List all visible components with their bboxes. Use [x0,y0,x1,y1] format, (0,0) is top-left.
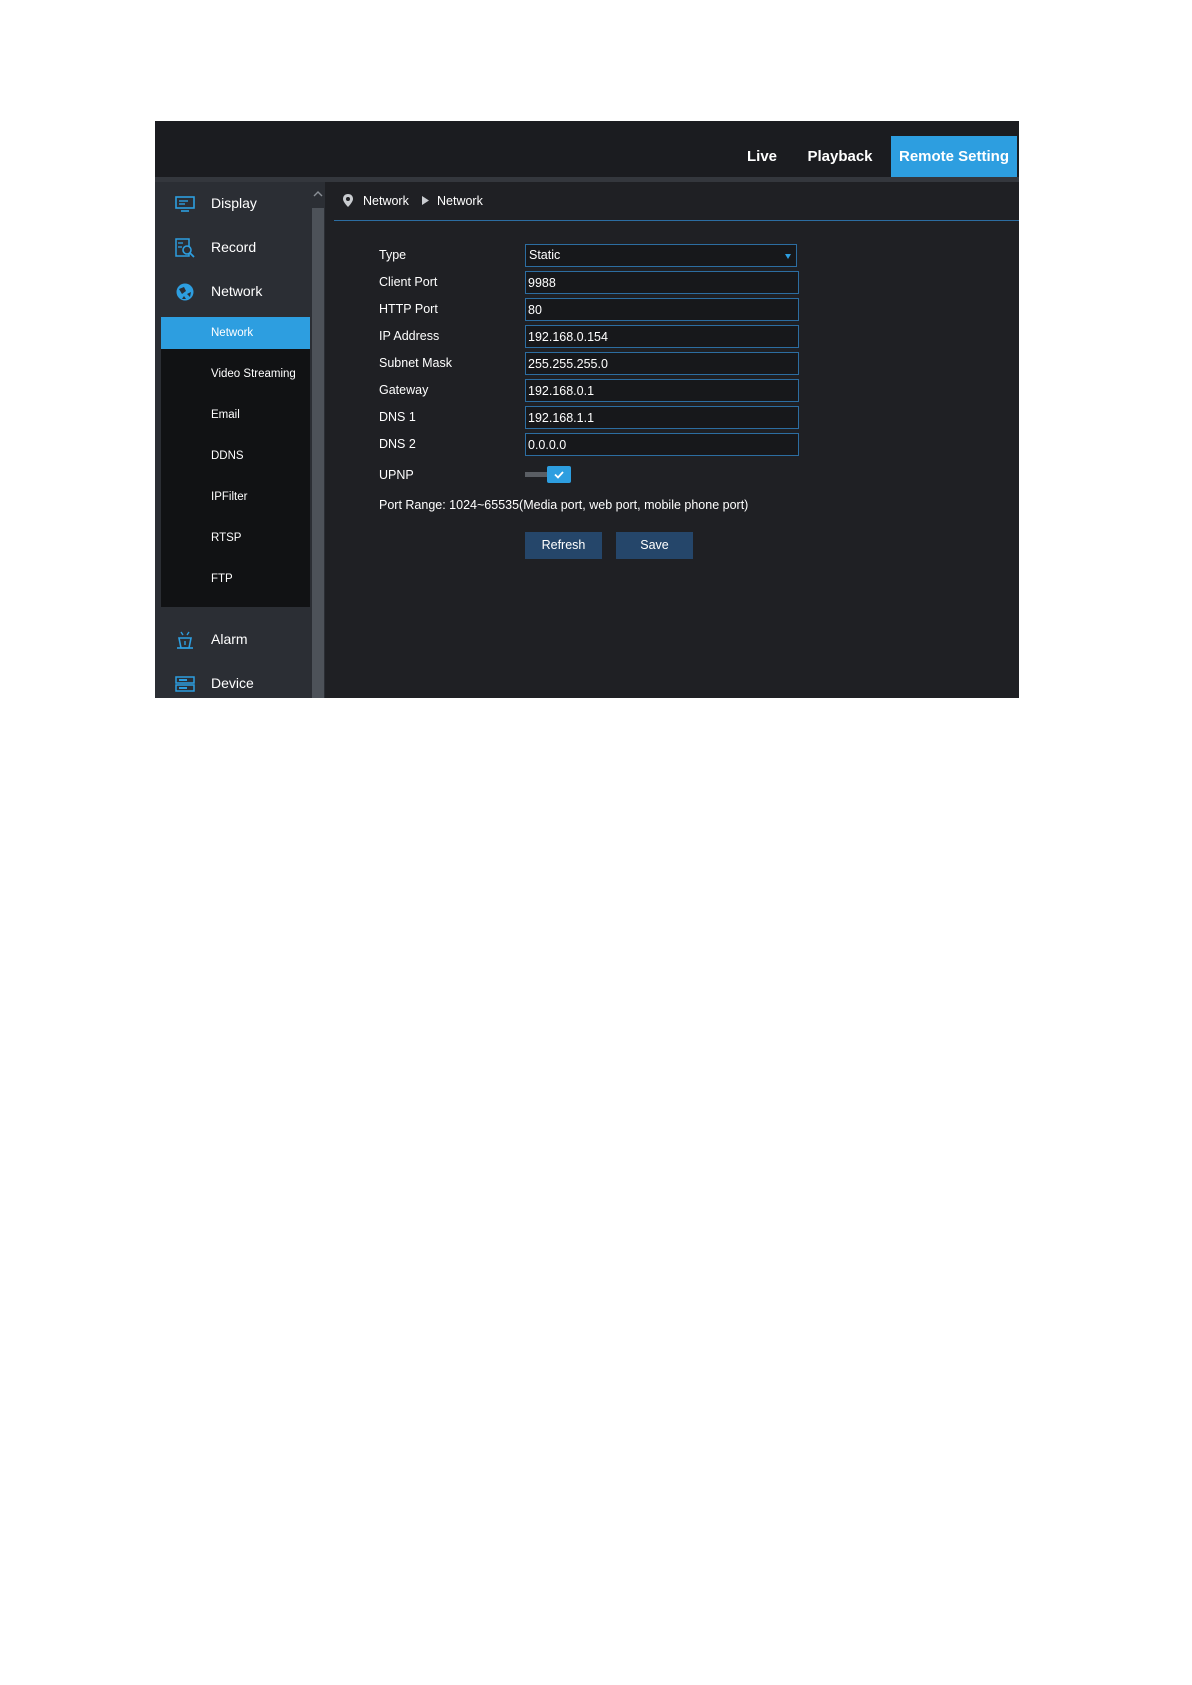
dns2-input[interactable] [525,433,799,456]
client-port-input[interactable] [525,271,799,294]
refresh-button[interactable]: Refresh [525,532,602,559]
http-port-input[interactable] [525,298,799,321]
tab-remote-setting[interactable]: Remote Setting [891,136,1017,177]
breadcrumb-level-2: Network [437,194,483,208]
gateway-label: Gateway [379,383,429,397]
breadcrumb: Network Network [334,182,1019,221]
scrollbar-thumb[interactable] [312,208,324,698]
dns1-input[interactable] [525,406,799,429]
alarm-icon [177,631,193,649]
monitor-icon [175,196,195,212]
sidebar-scrollbar[interactable] [310,182,325,698]
checkmark-icon [554,471,564,479]
subnet-mask-input[interactable] [525,352,799,375]
submenu-item-network[interactable]: Network [161,317,310,349]
upnp-toggle[interactable] [525,466,571,484]
tab-live[interactable]: Live [737,136,787,177]
main-content: Network Network Type Static Client Port … [334,182,1019,698]
sidebar-item-label: Device [211,675,254,691]
port-range-note: Port Range: 1024~65535(Media port, web p… [379,498,749,512]
submenu-item-label: RTSP [211,532,242,544]
type-select-value: Static [529,248,561,262]
dns2-label: DNS 2 [379,437,416,451]
upnp-label: UPNP [379,468,414,482]
gateway-input[interactable] [525,379,799,402]
sidebar: Display Record Network Network Video Str… [155,182,310,698]
type-select[interactable]: Static [525,244,797,267]
caret-right-icon [422,196,429,205]
submenu-item-ddns[interactable]: DDNS [161,440,310,472]
sidebar-item-label: Alarm [211,631,248,647]
device-storage-icon [175,676,195,692]
sidebar-item-display[interactable]: Display [155,182,310,226]
submenu-item-label: DDNS [211,450,244,462]
submenu-item-label: Email [211,409,240,421]
top-navigation-bar: Live Playback Remote Setting [155,121,1019,177]
sidebar-item-label: Record [211,239,257,255]
ip-address-label: IP Address [379,329,440,343]
submenu-item-rtsp[interactable]: RTSP [161,522,310,554]
record-search-icon [175,238,195,258]
network-globe-icon [176,283,194,301]
sidebar-item-device[interactable]: Device [155,662,310,698]
sidebar-item-record[interactable]: Record [155,226,310,270]
save-button[interactable]: Save [616,532,693,559]
client-port-label: Client Port [379,275,438,289]
breadcrumb-level-1[interactable]: Network [363,194,409,208]
submenu-item-ftp[interactable]: FTP [161,563,310,595]
type-label: Type [379,248,407,262]
dns1-label: DNS 1 [379,410,416,424]
location-pin-icon [343,194,353,207]
toggle-knob [547,466,571,483]
http-port-label: HTTP Port [379,302,438,316]
chevron-up-icon[interactable] [313,189,323,199]
app-window: Live Playback Remote Setting Display Rec… [155,121,1019,698]
subnet-mask-label: Subnet Mask [379,356,452,370]
sidebar-item-alarm[interactable]: Alarm [155,618,310,662]
sidebar-item-label: Network [211,283,263,299]
submenu-item-ipfilter[interactable]: IPFilter [161,481,310,513]
sidebar-item-network[interactable]: Network [155,270,310,314]
dropdown-caret-icon [785,254,791,259]
submenu-item-email[interactable]: Email [161,399,310,431]
submenu-item-label: Video Streaming [211,368,296,380]
network-submenu: Network Video Streaming Email DDNS IPFil… [161,317,310,607]
submenu-item-label: Network [211,327,254,339]
submenu-item-video-streaming[interactable]: Video Streaming [161,358,310,390]
submenu-item-label: IPFilter [211,491,248,503]
sidebar-item-label: Display [211,195,257,211]
submenu-item-label: FTP [211,573,233,585]
tab-playback[interactable]: Playback [802,136,878,177]
ip-address-input[interactable] [525,325,799,348]
